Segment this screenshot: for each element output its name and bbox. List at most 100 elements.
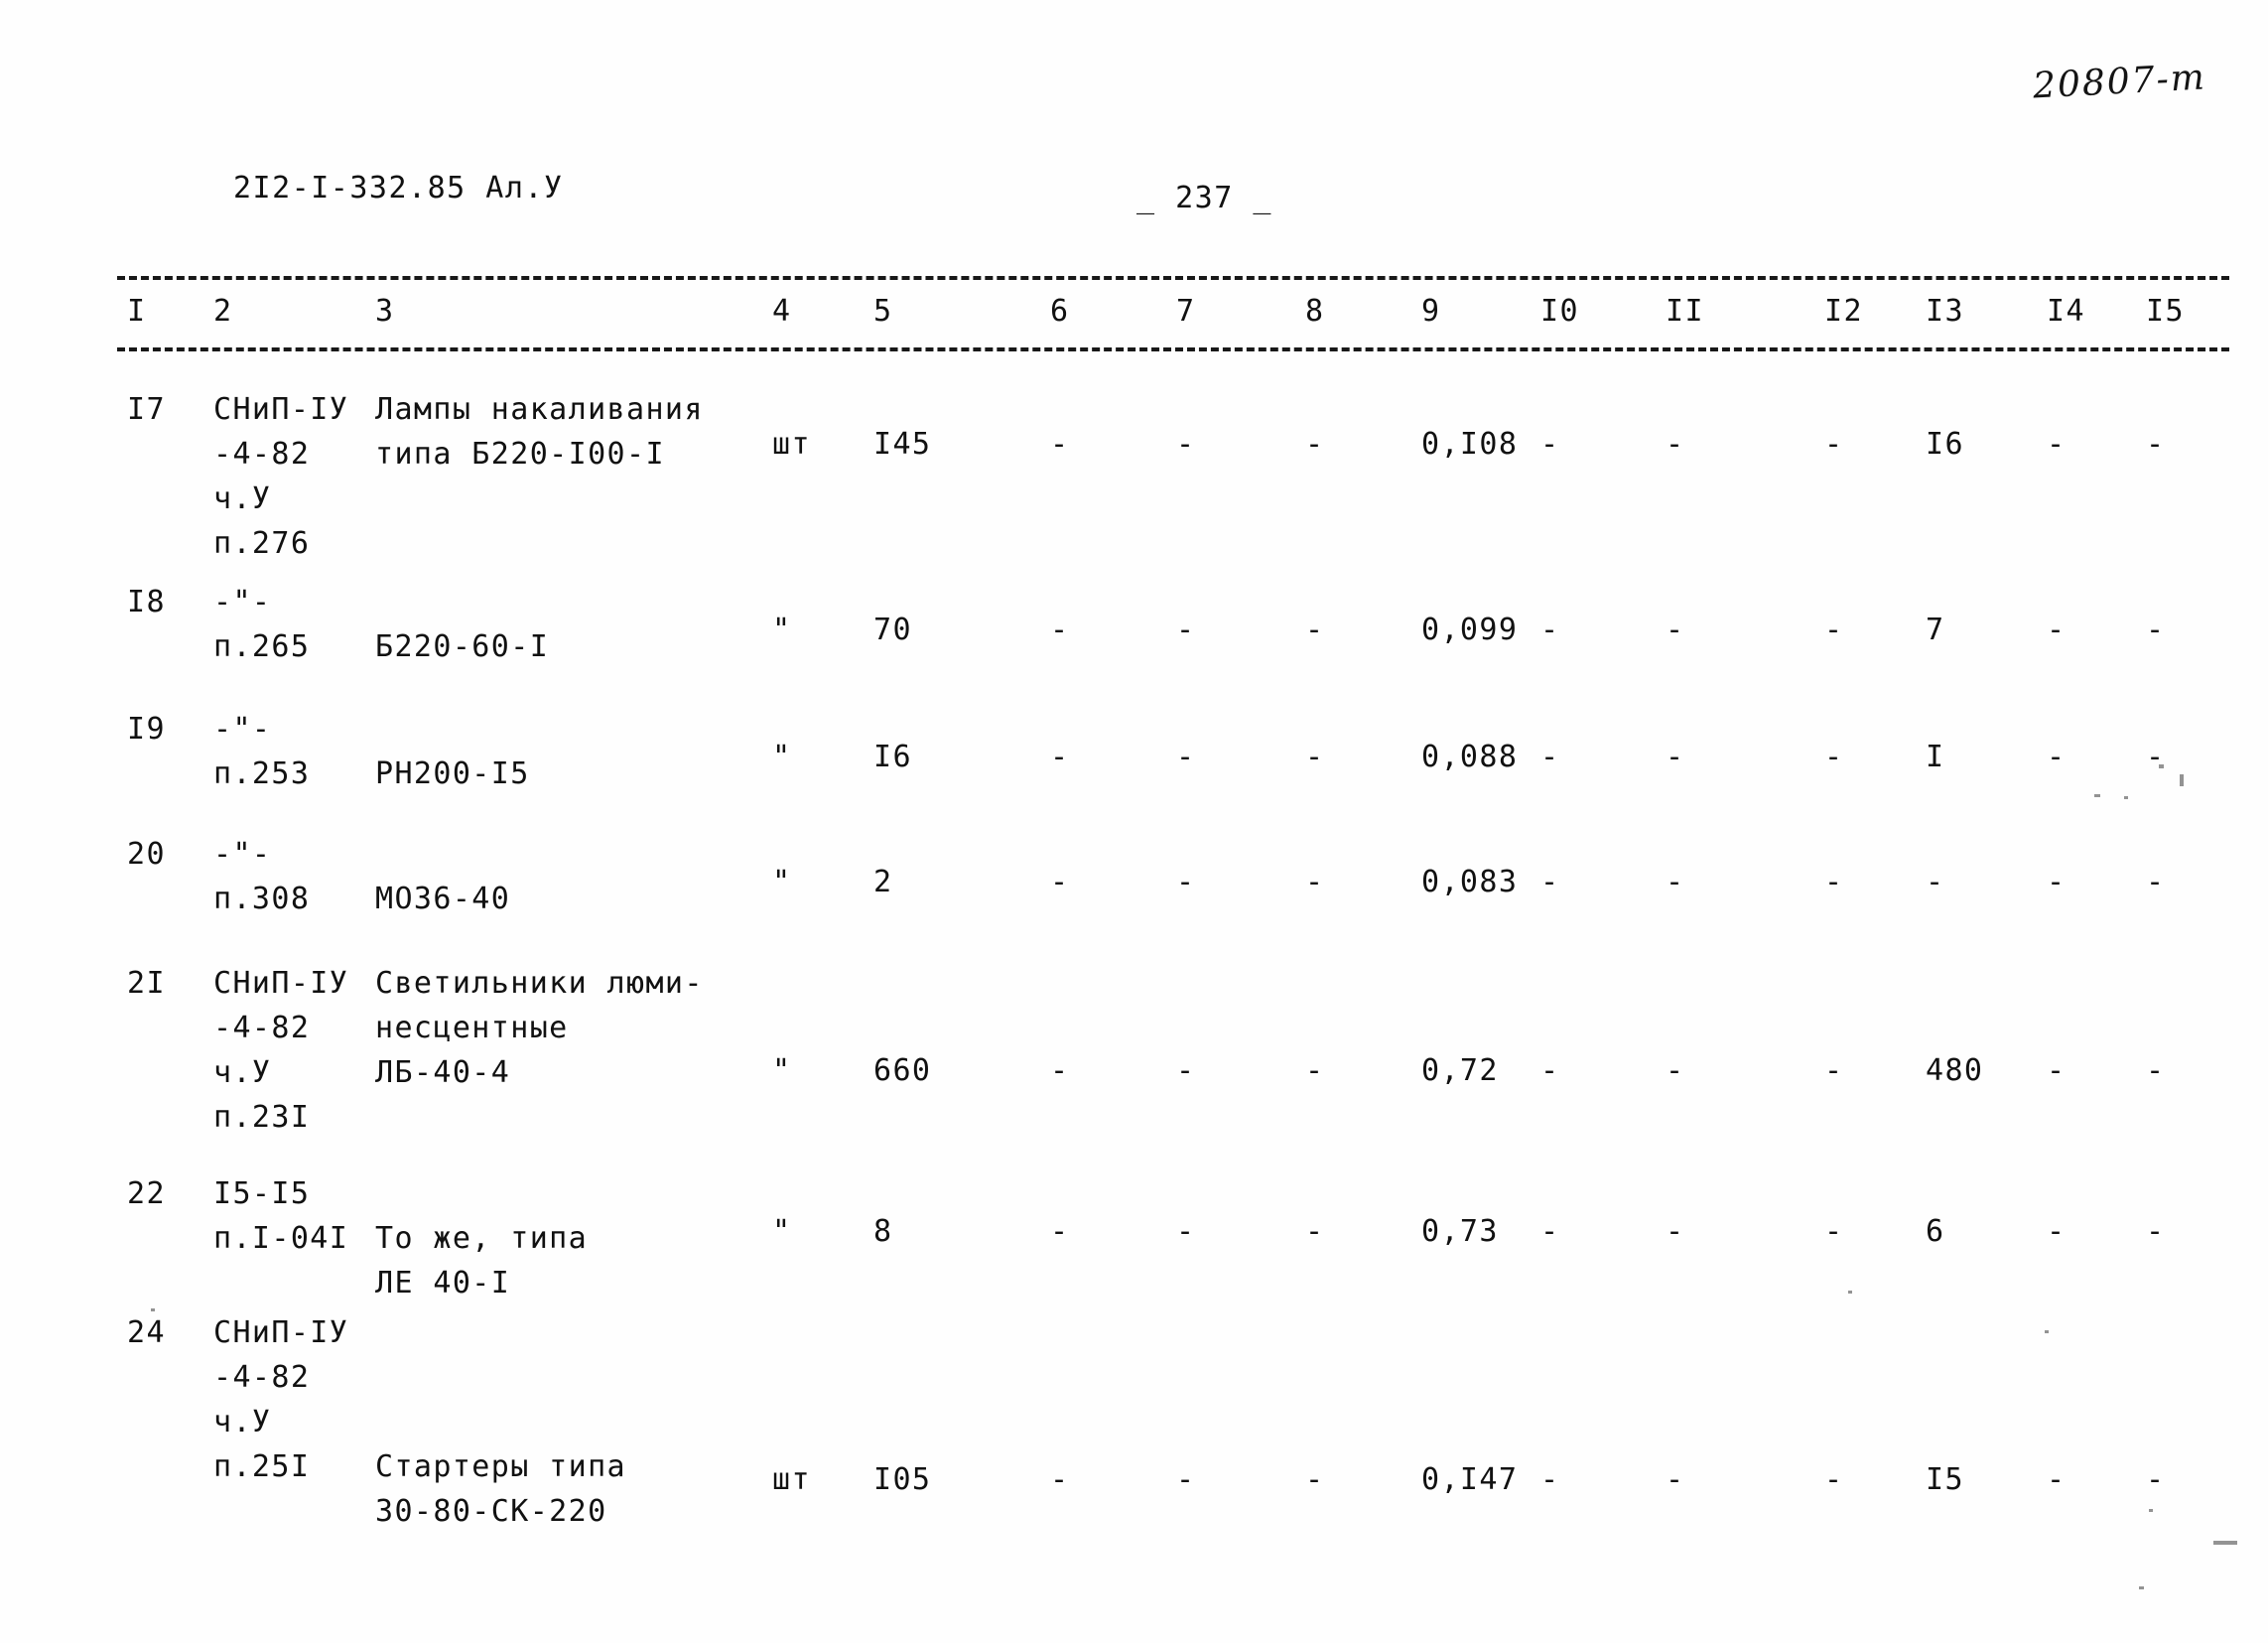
row-norm-reference: -"- п.253	[213, 712, 311, 791]
row-value-col-8: -	[1305, 1053, 1325, 1088]
column-header-13: I3	[1926, 294, 1965, 329]
column-header-15: I5	[2146, 294, 2186, 329]
scan-speck	[1848, 1291, 1852, 1294]
archive-number-handwritten: 20807-т	[2032, 57, 2207, 107]
row-value-col-12: -	[1824, 613, 1844, 647]
row-value-col-12: -	[1824, 1053, 1844, 1088]
row-norm-reference: -"- п.308	[213, 837, 311, 916]
row-value-col-15: -	[2146, 427, 2166, 462]
row-value-col-13: I	[1926, 740, 1945, 774]
row-number: 2I	[127, 966, 166, 1001]
scan-speck	[2124, 796, 2128, 799]
row-value-col-13: 7	[1926, 613, 1945, 647]
row-value-col-13: 480	[1926, 1053, 1984, 1088]
table-rule-top	[117, 276, 2229, 280]
column-header-4: 4	[772, 294, 792, 329]
row-value-col-7: -	[1176, 740, 1196, 774]
row-number: I9	[127, 712, 166, 747]
column-header-5: 5	[873, 294, 893, 329]
row-value-col-15: -	[2146, 613, 2166, 647]
row-unit: "	[772, 865, 792, 899]
row-value-col-10: -	[1540, 427, 1560, 462]
row-number: 24	[127, 1315, 166, 1350]
row-value-col-5: 2	[873, 865, 893, 899]
row-value-col-8: -	[1305, 1462, 1325, 1497]
row-value-col-14: -	[2047, 427, 2067, 462]
row-value-col-14: -	[2047, 1462, 2067, 1497]
column-header-3: 3	[375, 294, 395, 329]
row-value-col-14: -	[2047, 1053, 2067, 1088]
document-page: 20807-т 2I2-I-332.85 Ал.У _ 237 _ I23456…	[0, 0, 2268, 1643]
row-value-col-9: 0,088	[1421, 740, 1519, 774]
row-value-col-5: I45	[873, 427, 932, 462]
column-header-2: 2	[213, 294, 233, 329]
row-value-col-6: -	[1050, 865, 1070, 899]
row-value-col-8: -	[1305, 427, 1325, 462]
column-header-9: 9	[1421, 294, 1441, 329]
column-header-11: II	[1666, 294, 1705, 329]
row-unit: шт	[772, 1462, 811, 1497]
row-description: МО36-40	[375, 882, 511, 916]
column-header-6: 6	[1050, 294, 1070, 329]
row-unit: "	[772, 740, 792, 774]
row-description: Стартеры типа 30-80-СК-220	[375, 1449, 626, 1529]
column-header-12: I2	[1824, 294, 1864, 329]
column-header-10: I0	[1540, 294, 1580, 329]
row-value-col-15: -	[2146, 1462, 2166, 1497]
row-value-col-12: -	[1824, 1462, 1844, 1497]
scan-speck	[2180, 774, 2184, 786]
scan-speck	[2159, 764, 2164, 768]
row-value-col-12: -	[1824, 427, 1844, 462]
row-description: Светильники люми- несцентные ЛБ-40-4	[375, 966, 704, 1090]
column-header-1: I	[127, 294, 147, 329]
row-unit: "	[772, 1214, 792, 1249]
row-value-col-6: -	[1050, 740, 1070, 774]
row-unit: "	[772, 613, 792, 647]
page-number: _ 237 _	[1136, 181, 1272, 215]
row-number: I8	[127, 585, 166, 619]
row-value-col-5: 660	[873, 1053, 932, 1088]
row-norm-reference: СНиП-IУ -4-82 ч.У п.23I	[213, 966, 349, 1135]
row-number: 22	[127, 1176, 166, 1211]
row-value-col-9: 0,72	[1421, 1053, 1499, 1088]
scan-speck	[2045, 1330, 2049, 1333]
row-value-col-13: -	[1926, 865, 1945, 899]
row-value-col-10: -	[1540, 865, 1560, 899]
scan-speck	[2094, 794, 2100, 797]
row-value-col-7: -	[1176, 865, 1196, 899]
scan-speck	[2213, 1541, 2237, 1545]
document-code: 2I2-I-332.85 Ал.У	[233, 171, 564, 205]
row-description: РН200-I5	[375, 756, 530, 791]
row-value-col-15: -	[2146, 740, 2166, 774]
row-value-col-8: -	[1305, 865, 1325, 899]
row-value-col-8: -	[1305, 740, 1325, 774]
row-value-col-7: -	[1176, 1462, 1196, 1497]
row-unit: "	[772, 1053, 792, 1088]
row-value-col-15: -	[2146, 1214, 2166, 1249]
row-value-col-6: -	[1050, 1462, 1070, 1497]
row-value-col-13: I6	[1926, 427, 1964, 462]
row-value-col-12: -	[1824, 865, 1844, 899]
row-value-col-15: -	[2146, 865, 2166, 899]
row-value-col-10: -	[1540, 1214, 1560, 1249]
row-value-col-9: 0,73	[1421, 1214, 1499, 1249]
row-norm-reference: -"- п.265	[213, 585, 311, 664]
scan-speck	[151, 1308, 155, 1311]
row-value-col-7: -	[1176, 427, 1196, 462]
row-value-col-9: 0,I08	[1421, 427, 1519, 462]
row-value-col-15: -	[2146, 1053, 2166, 1088]
row-value-col-13: 6	[1926, 1214, 1945, 1249]
row-description: То же, типа ЛЕ 40-I	[375, 1221, 589, 1301]
row-unit: шт	[772, 427, 811, 462]
row-value-col-11: -	[1666, 1462, 1685, 1497]
row-value-col-10: -	[1540, 1462, 1560, 1497]
row-value-col-13: I5	[1926, 1462, 1964, 1497]
row-value-col-11: -	[1666, 1214, 1685, 1249]
row-value-col-12: -	[1824, 740, 1844, 774]
row-value-col-6: -	[1050, 1053, 1070, 1088]
row-value-col-9: 0,083	[1421, 865, 1519, 899]
row-value-col-7: -	[1176, 1214, 1196, 1249]
row-value-col-11: -	[1666, 865, 1685, 899]
row-description: Лампы накаливания типа Б220-I00-I	[375, 392, 704, 472]
row-value-col-9: 0,099	[1421, 613, 1519, 647]
